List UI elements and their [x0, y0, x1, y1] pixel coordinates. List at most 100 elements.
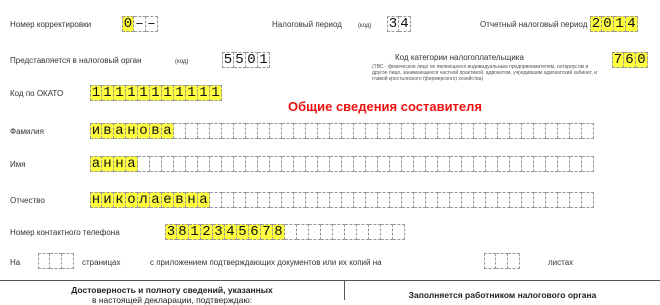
char-cell[interactable]: а	[150, 192, 162, 208]
char-cell[interactable]	[378, 192, 390, 208]
char-cell[interactable]: о	[126, 192, 138, 208]
char-cell[interactable]: 1	[114, 85, 126, 101]
char-cell[interactable]	[246, 123, 258, 139]
correction-cells[interactable]: 0– –	[122, 16, 158, 32]
char-cell[interactable]: а	[126, 156, 138, 172]
char-cell[interactable]: 3	[387, 16, 399, 32]
char-cell[interactable]	[486, 123, 498, 139]
sheets-cells[interactable]	[484, 253, 520, 269]
char-cell[interactable]	[582, 192, 594, 208]
char-cell[interactable]	[381, 224, 393, 240]
char-cell[interactable]	[234, 192, 246, 208]
char-cell[interactable]: 0	[122, 16, 134, 32]
char-cell[interactable]: 1	[614, 16, 626, 32]
char-cell[interactable]	[558, 123, 570, 139]
char-cell[interactable]	[414, 156, 426, 172]
char-cell[interactable]	[222, 156, 234, 172]
char-cell[interactable]: 7	[261, 224, 273, 240]
char-cell[interactable]	[297, 224, 309, 240]
char-cell[interactable]	[534, 156, 546, 172]
char-cell[interactable]	[484, 253, 496, 269]
char-cell[interactable]	[498, 123, 510, 139]
char-cell[interactable]	[294, 156, 306, 172]
char-cell[interactable]: 0	[602, 16, 614, 32]
char-cell[interactable]: 1	[210, 85, 222, 101]
char-cell[interactable]: е	[162, 192, 174, 208]
char-cell[interactable]	[414, 123, 426, 139]
char-cell[interactable]	[378, 123, 390, 139]
char-cell[interactable]	[390, 156, 402, 172]
char-cell[interactable]: а	[162, 123, 174, 139]
char-cell[interactable]: 1	[258, 52, 270, 68]
char-cell[interactable]: 3	[165, 224, 177, 240]
char-cell[interactable]	[342, 123, 354, 139]
char-cell[interactable]: 5	[237, 224, 249, 240]
char-cell[interactable]	[342, 192, 354, 208]
char-cell[interactable]: н	[114, 156, 126, 172]
char-cell[interactable]	[546, 192, 558, 208]
char-cell[interactable]	[402, 192, 414, 208]
char-cell[interactable]: л	[138, 192, 150, 208]
char-cell[interactable]	[222, 192, 234, 208]
char-cell[interactable]	[522, 123, 534, 139]
pages-cells[interactable]	[38, 253, 74, 269]
char-cell[interactable]	[369, 224, 381, 240]
char-cell[interactable]: 7	[612, 52, 624, 68]
char-cell[interactable]	[510, 123, 522, 139]
char-cell[interactable]	[330, 192, 342, 208]
char-cell[interactable]: 1	[138, 85, 150, 101]
char-cell[interactable]: 1	[186, 85, 198, 101]
char-cell[interactable]	[474, 156, 486, 172]
char-cell[interactable]	[462, 123, 474, 139]
char-cell[interactable]	[294, 192, 306, 208]
char-cell[interactable]	[558, 156, 570, 172]
char-cell[interactable]: 1	[162, 85, 174, 101]
char-cell[interactable]	[510, 156, 522, 172]
char-cell[interactable]	[138, 156, 150, 172]
char-cell[interactable]: а	[90, 156, 102, 172]
char-cell[interactable]	[50, 253, 62, 269]
char-cell[interactable]: 0	[636, 52, 648, 68]
char-cell[interactable]	[534, 192, 546, 208]
char-cell[interactable]: н	[186, 192, 198, 208]
char-cell[interactable]	[318, 156, 330, 172]
char-cell[interactable]	[378, 156, 390, 172]
char-cell[interactable]	[186, 156, 198, 172]
char-cell[interactable]	[354, 192, 366, 208]
char-cell[interactable]: –	[146, 16, 158, 32]
char-cell[interactable]	[498, 192, 510, 208]
char-cell[interactable]	[321, 224, 333, 240]
char-cell[interactable]: 5	[234, 52, 246, 68]
char-cell[interactable]	[438, 156, 450, 172]
char-cell[interactable]	[498, 156, 510, 172]
char-cell[interactable]	[198, 123, 210, 139]
char-cell[interactable]	[474, 192, 486, 208]
char-cell[interactable]	[174, 156, 186, 172]
char-cell[interactable]	[354, 156, 366, 172]
char-cell[interactable]: к	[114, 192, 126, 208]
char-cell[interactable]: 1	[90, 85, 102, 101]
char-cell[interactable]	[234, 123, 246, 139]
char-cell[interactable]: и	[102, 192, 114, 208]
reporting-year-cells[interactable]: 2014	[590, 16, 638, 32]
phone-cells[interactable]: 3812345678	[165, 224, 405, 240]
char-cell[interactable]	[150, 156, 162, 172]
char-cell[interactable]	[570, 123, 582, 139]
char-cell[interactable]: 0	[246, 52, 258, 68]
char-cell[interactable]	[558, 192, 570, 208]
char-cell[interactable]: а	[114, 123, 126, 139]
char-cell[interactable]	[582, 123, 594, 139]
char-cell[interactable]: 4	[626, 16, 638, 32]
char-cell[interactable]: 5	[222, 52, 234, 68]
char-cell[interactable]: 3	[213, 224, 225, 240]
char-cell[interactable]	[522, 156, 534, 172]
char-cell[interactable]	[306, 192, 318, 208]
char-cell[interactable]	[450, 192, 462, 208]
char-cell[interactable]	[330, 156, 342, 172]
char-cell[interactable]: 1	[174, 85, 186, 101]
char-cell[interactable]	[186, 123, 198, 139]
char-cell[interactable]: 2	[201, 224, 213, 240]
char-cell[interactable]	[462, 156, 474, 172]
char-cell[interactable]	[318, 123, 330, 139]
char-cell[interactable]	[393, 224, 405, 240]
